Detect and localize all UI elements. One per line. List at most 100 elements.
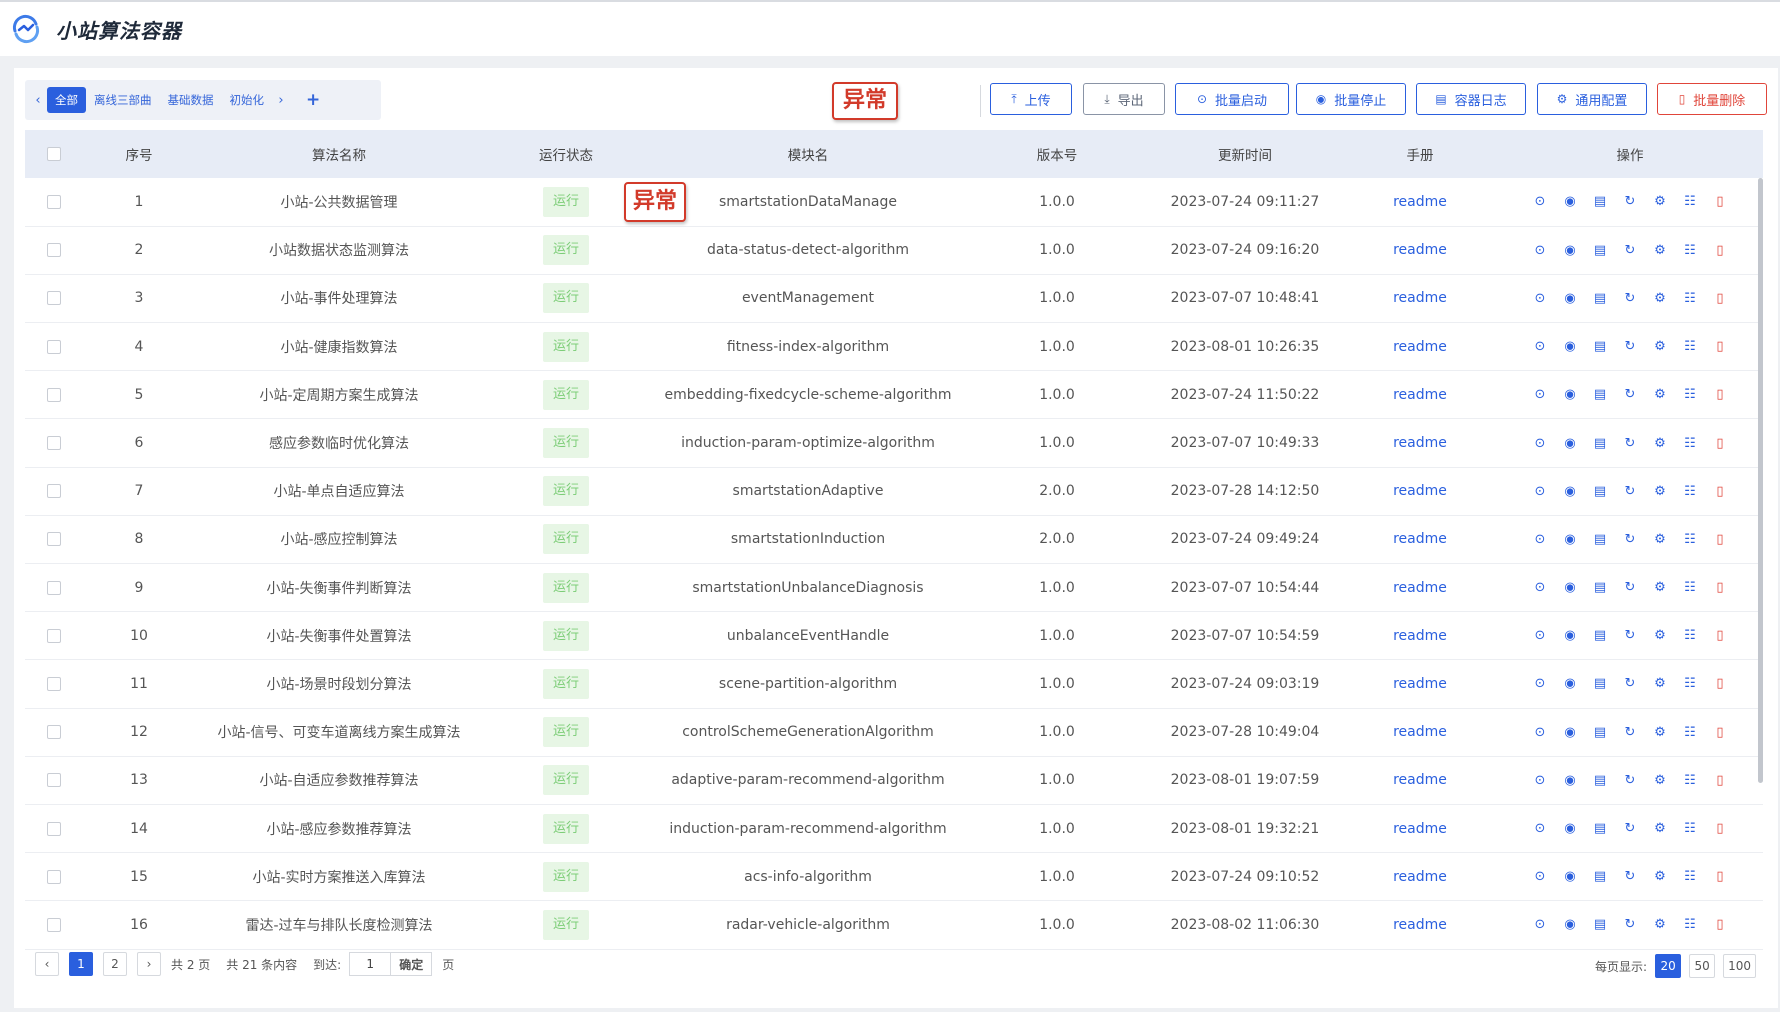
readme-link[interactable]: readme <box>1393 483 1447 499</box>
stop-icon[interactable]: ◉ <box>1562 627 1579 644</box>
restart-icon[interactable]: ↻ <box>1622 531 1639 548</box>
table-row[interactable]: 13 小站-自适应参数推荐算法 运行 adaptive-param-recommend… <box>25 756 1763 805</box>
config-icon[interactable]: ⚙ <box>1652 820 1669 837</box>
stop-icon[interactable]: ◉ <box>1562 435 1579 452</box>
restart-icon[interactable]: ↻ <box>1622 579 1639 596</box>
stop-icon[interactable]: ◉ <box>1562 820 1579 837</box>
table-row[interactable]: 5 小站-定周期方案生成算法 运行 embedding-fixedcycle-sche… <box>25 371 1763 419</box>
readme-link[interactable]: readme <box>1393 531 1447 547</box>
stop-icon[interactable]: ◉ <box>1562 675 1579 692</box>
restart-icon[interactable]: ↻ <box>1622 675 1639 692</box>
stop-icon[interactable]: ◉ <box>1562 868 1579 885</box>
deploy-icon[interactable]: ☷ <box>1682 820 1699 837</box>
table-row[interactable]: 4 小站-健康指数算法 运行 fitness-index-algorithm 1.0.0… <box>25 323 1763 371</box>
tab-offline-trilogy[interactable]: 离线三部曲 <box>86 87 160 113</box>
play-icon[interactable]: ⊙ <box>1532 820 1549 837</box>
row-checkbox[interactable] <box>47 484 61 499</box>
restart-icon[interactable]: ↻ <box>1622 772 1639 789</box>
log-icon[interactable]: ▤ <box>1592 338 1609 355</box>
config-icon[interactable]: ⚙ <box>1652 916 1669 933</box>
readme-link[interactable]: readme <box>1393 869 1447 885</box>
delete-icon[interactable]: ▯ <box>1712 820 1729 837</box>
log-icon[interactable]: ▤ <box>1592 579 1609 596</box>
row-checkbox[interactable] <box>47 869 61 884</box>
config-icon[interactable]: ⚙ <box>1652 338 1669 355</box>
deploy-icon[interactable]: ☷ <box>1682 193 1699 210</box>
table-row[interactable]: 1 小站-公共数据管理 运行 smartstationDataManage 1.0.0 2… <box>25 178 1763 227</box>
table-row[interactable]: 6 感应参数临时优化算法 运行 induction-param-optimize-al… <box>25 419 1763 468</box>
stop-icon[interactable]: ◉ <box>1562 579 1579 596</box>
restart-icon[interactable]: ↻ <box>1622 242 1639 259</box>
table-row[interactable]: 7 小站-单点自适应算法 运行 smartstationAdaptive 2.0.0 20… <box>25 467 1763 516</box>
readme-link[interactable]: readme <box>1393 290 1447 306</box>
play-icon[interactable]: ⊙ <box>1532 435 1549 452</box>
restart-icon[interactable]: ↻ <box>1622 916 1639 933</box>
prev-page-button[interactable]: ‹ <box>35 952 59 976</box>
play-icon[interactable]: ⊙ <box>1532 675 1549 692</box>
restart-icon[interactable]: ↻ <box>1622 386 1639 403</box>
deploy-icon[interactable]: ☷ <box>1682 531 1699 548</box>
add-tab-button[interactable]: + <box>306 90 320 110</box>
batch-start-button[interactable]: ⊙ 批量启动 <box>1175 83 1289 115</box>
restart-icon[interactable]: ↻ <box>1622 338 1639 355</box>
config-icon[interactable]: ⚙ <box>1652 868 1669 885</box>
page-size-50[interactable]: 50 <box>1689 954 1716 978</box>
config-icon[interactable]: ⚙ <box>1652 290 1669 307</box>
page-2-button[interactable]: 2 <box>103 952 127 976</box>
deploy-icon[interactable]: ☷ <box>1682 627 1699 644</box>
row-checkbox[interactable] <box>47 194 61 209</box>
deploy-icon[interactable]: ☷ <box>1682 724 1699 741</box>
play-icon[interactable]: ⊙ <box>1532 772 1549 789</box>
upload-button[interactable]: ⤒ 上传 <box>990 83 1072 115</box>
select-all-checkbox[interactable] <box>47 147 61 161</box>
deploy-icon[interactable]: ☷ <box>1682 579 1699 596</box>
log-icon[interactable]: ▤ <box>1592 242 1609 259</box>
deploy-icon[interactable]: ☷ <box>1682 483 1699 500</box>
readme-link[interactable]: readme <box>1393 194 1447 210</box>
log-icon[interactable]: ▤ <box>1592 724 1609 741</box>
restart-icon[interactable]: ↻ <box>1622 627 1639 644</box>
play-icon[interactable]: ⊙ <box>1532 242 1549 259</box>
row-checkbox[interactable] <box>47 628 61 643</box>
restart-icon[interactable]: ↻ <box>1622 820 1639 837</box>
table-row[interactable]: 2 小站数据状态监测算法 运行 data-status-detect-algorith… <box>25 226 1763 275</box>
table-row[interactable]: 3 小站-事件处理算法 运行 eventManagement 1.0.0 2023-07-… <box>25 274 1763 323</box>
log-icon[interactable]: ▤ <box>1592 386 1609 403</box>
row-checkbox[interactable] <box>47 291 61 306</box>
log-icon[interactable]: ▤ <box>1592 675 1609 692</box>
log-icon[interactable]: ▤ <box>1592 916 1609 933</box>
row-checkbox[interactable] <box>47 917 61 932</box>
batch-delete-button[interactable]: ▯ 批量删除 <box>1657 83 1767 115</box>
deploy-icon[interactable]: ☷ <box>1682 772 1699 789</box>
config-icon[interactable]: ⚙ <box>1652 627 1669 644</box>
tab-basic-data[interactable]: 基础数据 <box>160 87 222 113</box>
delete-icon[interactable]: ▯ <box>1712 772 1729 789</box>
delete-icon[interactable]: ▯ <box>1712 531 1729 548</box>
stop-icon[interactable]: ◉ <box>1562 916 1579 933</box>
play-icon[interactable]: ⊙ <box>1532 193 1549 210</box>
delete-icon[interactable]: ▯ <box>1712 579 1729 596</box>
stop-icon[interactable]: ◉ <box>1562 483 1579 500</box>
next-page-button[interactable]: › <box>137 952 161 976</box>
readme-link[interactable]: readme <box>1393 917 1447 933</box>
readme-link[interactable]: readme <box>1393 339 1447 355</box>
readme-link[interactable]: readme <box>1393 724 1447 740</box>
log-icon[interactable]: ▤ <box>1592 483 1609 500</box>
delete-icon[interactable]: ▯ <box>1712 290 1729 307</box>
delete-icon[interactable]: ▯ <box>1712 386 1729 403</box>
stop-icon[interactable]: ◉ <box>1562 242 1579 259</box>
restart-icon[interactable]: ↻ <box>1622 193 1639 210</box>
page-size-20[interactable]: 20 <box>1655 954 1682 978</box>
deploy-icon[interactable]: ☷ <box>1682 868 1699 885</box>
chevron-right-icon[interactable]: › <box>272 93 290 108</box>
readme-link[interactable]: readme <box>1393 628 1447 644</box>
config-icon[interactable]: ⚙ <box>1652 772 1669 789</box>
table-row[interactable]: 11 小站-场景时段划分算法 运行 scene-partition-algorithm… <box>25 660 1763 709</box>
chevron-left-icon[interactable]: ‹ <box>29 93 47 108</box>
readme-link[interactable]: readme <box>1393 772 1447 788</box>
vertical-scrollbar[interactable] <box>1758 178 1763 783</box>
tab-init[interactable]: 初始化 <box>222 87 273 113</box>
deploy-icon[interactable]: ☷ <box>1682 242 1699 259</box>
table-row[interactable]: 15 小站-实时方案推送入库算法 运行 acs-info-algorithm 1.0.0… <box>25 853 1763 901</box>
config-icon[interactable]: ⚙ <box>1652 386 1669 403</box>
